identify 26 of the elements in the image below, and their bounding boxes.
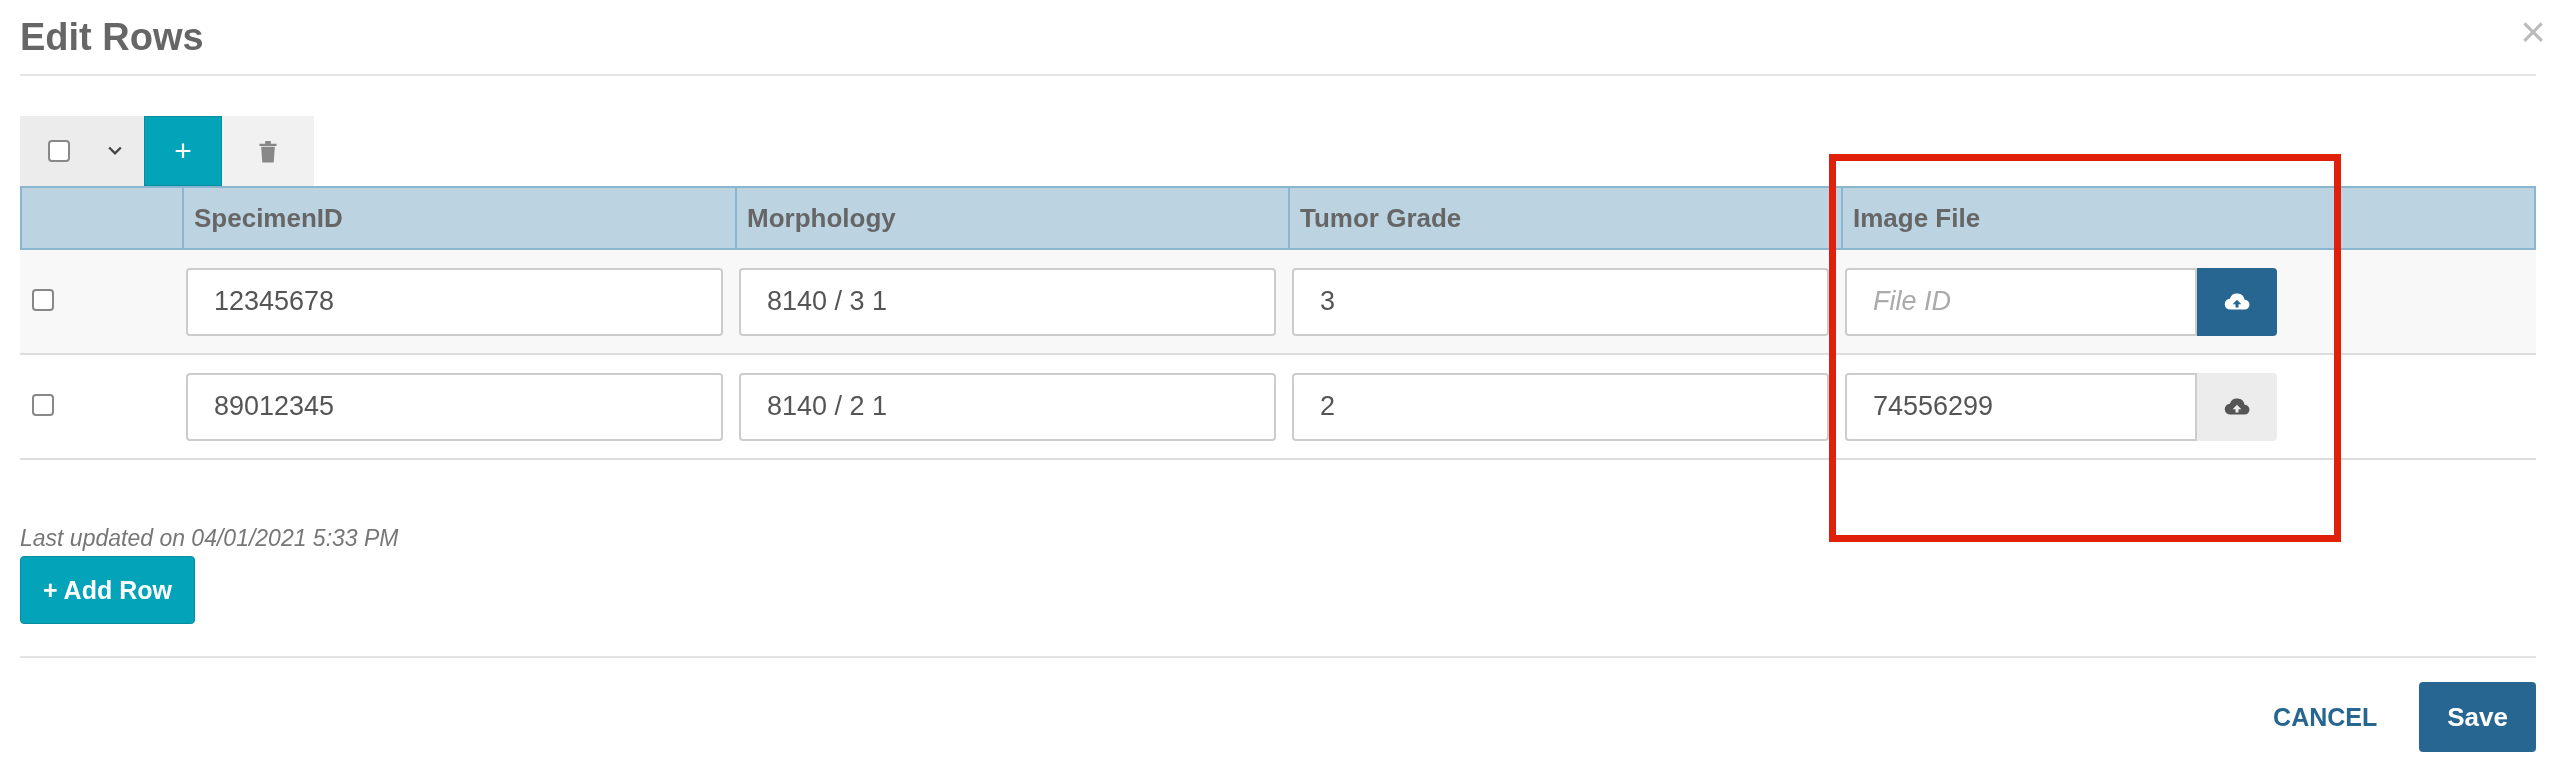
input-field[interactable]: 74556299: [1845, 372, 2197, 441]
input-field[interactable]: 8140 / 2 1: [739, 372, 1276, 441]
select-dropdown[interactable]: [20, 116, 144, 186]
save-button[interactable]: Save: [2419, 682, 2536, 752]
input-field[interactable]: 12345678: [186, 267, 723, 336]
last-updated-text: Last updated on 04/01/2021 5:33 PM: [20, 525, 400, 552]
upload-button[interactable]: [2197, 372, 2277, 441]
row-checkbox[interactable]: [32, 288, 54, 311]
upload-button[interactable]: [2197, 267, 2277, 336]
input-field[interactable]: 8140 / 3 1: [739, 267, 1276, 336]
row-checkbox[interactable]: [32, 393, 54, 416]
input-field[interactable]: 89012345: [186, 372, 723, 441]
select-all-checkbox[interactable]: [48, 140, 70, 162]
chevron-down-icon: [108, 146, 122, 156]
delete-button[interactable]: [222, 116, 314, 186]
column-header: Morphology: [747, 202, 896, 234]
column-header: SpecimenID: [194, 202, 343, 234]
input-field[interactable]: 2: [1292, 372, 1829, 441]
dialog-title: Edit Rows: [20, 15, 204, 59]
cloud-upload-icon: [2224, 292, 2250, 311]
cancel-button[interactable]: CANCEL: [2267, 701, 2384, 733]
column-header: Tumor Grade: [1300, 202, 1462, 234]
input-field[interactable]: 3: [1292, 267, 1829, 336]
cloud-upload-icon: [2224, 397, 2250, 416]
trash-icon: [258, 139, 278, 163]
column-header: Image File: [1853, 202, 1981, 234]
